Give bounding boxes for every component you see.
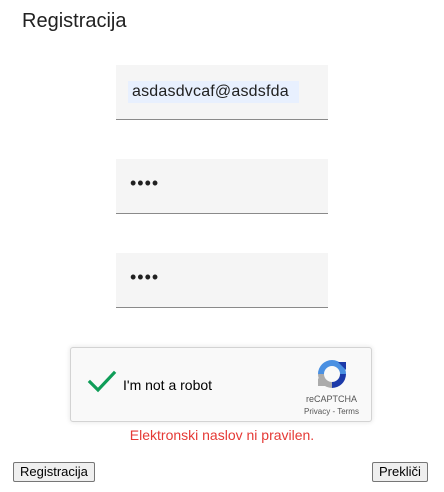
email-value: asdasdvcaf@asdsfda	[128, 81, 299, 103]
error-message: Elektronski naslov ni pravilen.	[129, 427, 315, 443]
recaptcha-links[interactable]: Privacy - Terms	[304, 407, 359, 416]
captcha-label: I'm not a robot	[123, 377, 213, 393]
email-field[interactable]: asdasdvcaf@asdsfda	[116, 65, 328, 120]
checkmark-icon[interactable]	[87, 370, 117, 394]
register-button[interactable]: Registracija	[13, 462, 95, 482]
cancel-button[interactable]: Prekliči	[372, 462, 428, 482]
page-title: Registracija	[22, 10, 127, 32]
password-value: ••••	[130, 173, 160, 193]
confirm-password-field[interactable]: ••••	[116, 253, 328, 308]
recaptcha-widget: I'm not a robot reCAPTCHA Privacy - Term…	[70, 347, 372, 422]
recaptcha-logo-icon	[318, 360, 346, 388]
password-field[interactable]: ••••	[116, 159, 328, 214]
recaptcha-brand: reCAPTCHA	[306, 394, 358, 404]
confirm-password-value: ••••	[130, 267, 160, 287]
